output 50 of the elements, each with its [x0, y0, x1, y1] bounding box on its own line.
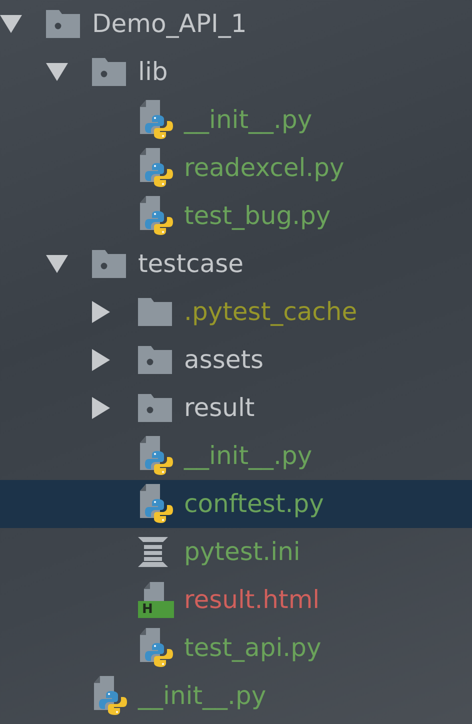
folder-icon — [92, 250, 126, 278]
file-name: __init__.py — [184, 104, 312, 136]
file-name: test_api.py — [184, 632, 322, 664]
tree-row[interactable]: test_bug.py — [0, 192, 472, 240]
python-file-icon — [138, 196, 174, 236]
file-name: testcase — [138, 248, 244, 280]
tree-row[interactable]: __init__.py — [0, 432, 472, 480]
file-name: test_bug.py — [184, 200, 331, 232]
folder-icon — [46, 10, 80, 38]
python-file-icon — [92, 676, 128, 716]
python-file-icon — [138, 628, 174, 668]
tree-row[interactable]: H result.html — [0, 576, 472, 624]
python-file-icon — [138, 436, 174, 476]
expanded-arrow-icon[interactable] — [46, 255, 68, 273]
file-name: readexcel.py — [184, 152, 344, 184]
file-name: assets — [184, 344, 264, 376]
tree-row[interactable]: assets — [0, 336, 472, 384]
file-name: .pytest_cache — [184, 296, 358, 328]
python-file-icon — [138, 484, 174, 524]
tree-row[interactable]: Demo_API_1 — [0, 0, 472, 48]
collapsed-arrow-icon[interactable] — [92, 349, 110, 371]
tree-row[interactable]: lib — [0, 48, 472, 96]
tree-row[interactable]: result — [0, 384, 472, 432]
python-file-icon — [138, 100, 174, 140]
settings-file-icon — [138, 537, 168, 567]
tree-row[interactable]: pytest.ini — [0, 528, 472, 576]
tree-row[interactable]: __init__.py — [0, 96, 472, 144]
tree-row[interactable]: testcase — [0, 240, 472, 288]
collapsed-arrow-icon[interactable] — [92, 397, 110, 419]
file-name: __init__.py — [184, 440, 312, 472]
file-name: Demo_API_1 — [92, 8, 247, 40]
tree-row[interactable]: readexcel.py — [0, 144, 472, 192]
file-name: __init__.py — [138, 680, 266, 712]
file-name: pytest.ini — [184, 536, 300, 568]
file-name: result — [184, 392, 255, 424]
tree-row[interactable]: __init__.py — [0, 672, 472, 720]
file-name: lib — [138, 56, 168, 88]
folder-icon — [92, 58, 126, 86]
folder-icon — [138, 346, 172, 374]
collapsed-arrow-icon[interactable] — [92, 301, 110, 323]
tree-row[interactable]: test_api.py — [0, 624, 472, 672]
file-name: result.html — [184, 584, 320, 616]
file-name: conftest.py — [184, 488, 324, 520]
folder-icon — [138, 394, 172, 422]
expanded-arrow-icon[interactable] — [0, 15, 22, 33]
expanded-arrow-icon[interactable] — [46, 63, 68, 81]
tree-row[interactable]: conftest.py — [0, 480, 472, 528]
python-file-icon — [138, 148, 174, 188]
tree-row[interactable]: .pytest_cache — [0, 288, 472, 336]
folder-icon — [138, 298, 172, 326]
